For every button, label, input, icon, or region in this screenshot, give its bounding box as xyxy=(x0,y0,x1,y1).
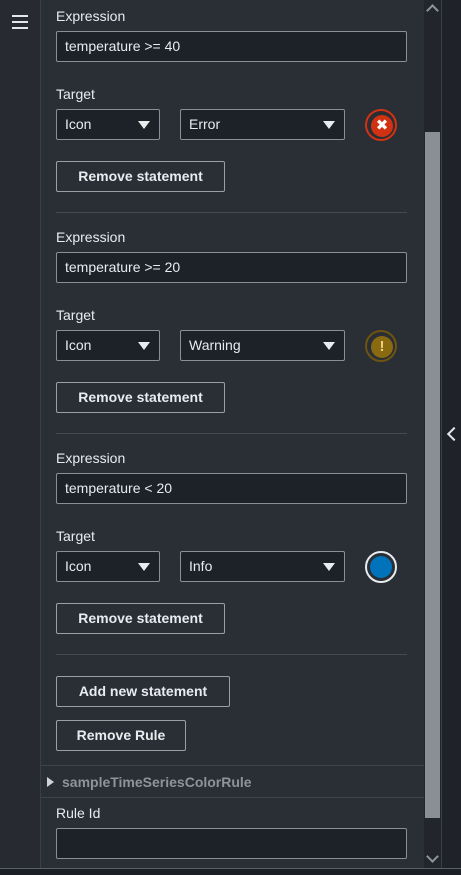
error-icon: ✖ xyxy=(365,109,397,141)
menu-icon[interactable] xyxy=(12,15,28,29)
remove-statement-button[interactable]: Remove statement xyxy=(56,382,225,413)
expression-input[interactable]: temperature >= 20 xyxy=(56,252,407,283)
expression-input[interactable]: temperature < 20 xyxy=(56,473,407,504)
target-label: Target xyxy=(56,86,95,102)
caret-down-icon xyxy=(138,563,150,571)
target-label: Target xyxy=(56,307,95,323)
bottom-edge xyxy=(0,868,461,875)
rule-name: sampleTimeSeriesColorRule xyxy=(62,774,252,790)
rule-editor-panel: Expression temperature >= 40 Target Icon… xyxy=(41,0,424,868)
scroll-down-arrow-icon[interactable] xyxy=(426,850,439,863)
remove-statement-button[interactable]: Remove statement xyxy=(56,603,225,634)
rule-expander-row[interactable]: sampleTimeSeriesColorRule xyxy=(41,765,424,798)
scroll-up-arrow-icon[interactable] xyxy=(426,4,439,17)
target-type-value: Icon xyxy=(65,116,92,132)
target-type-select[interactable]: Icon xyxy=(56,551,160,582)
rule-id-label: Rule Id xyxy=(56,805,101,821)
divider xyxy=(56,654,407,655)
warning-icon: ! xyxy=(365,330,397,362)
info-icon xyxy=(365,551,397,583)
divider xyxy=(56,433,407,434)
target-type-value: Icon xyxy=(65,558,92,574)
expression-label: Expression xyxy=(56,450,126,466)
caret-down-icon xyxy=(323,342,335,350)
target-type-select[interactable]: Icon xyxy=(56,330,160,361)
expression-label: Expression xyxy=(56,229,126,245)
target-label: Target xyxy=(56,528,95,544)
caret-down-icon xyxy=(138,121,150,129)
target-value-text: Warning xyxy=(189,337,241,353)
remove-statement-button[interactable]: Remove statement xyxy=(56,161,225,192)
target-type-value: Icon xyxy=(65,337,92,353)
expression-input[interactable]: temperature >= 40 xyxy=(56,31,407,62)
vertical-scrollbar[interactable] xyxy=(424,0,441,868)
divider xyxy=(56,212,407,213)
caret-right-icon xyxy=(47,777,54,787)
caret-down-icon xyxy=(323,121,335,129)
target-value-select[interactable]: Error xyxy=(180,109,345,140)
target-type-select[interactable]: Icon xyxy=(56,109,160,140)
expression-label: Expression xyxy=(56,8,126,24)
left-rail xyxy=(0,0,41,868)
target-value-select[interactable]: Warning xyxy=(180,330,345,361)
caret-down-icon xyxy=(138,342,150,350)
remove-rule-button[interactable]: Remove Rule xyxy=(56,720,186,751)
add-new-statement-button[interactable]: Add new statement xyxy=(56,676,230,707)
scrollbar-thumb[interactable] xyxy=(425,132,440,818)
target-value-text: Error xyxy=(189,116,221,132)
rule-id-input[interactable] xyxy=(56,828,407,859)
target-value-text: Info xyxy=(189,558,213,574)
caret-down-icon xyxy=(323,563,335,571)
target-value-select[interactable]: Info xyxy=(180,551,345,582)
